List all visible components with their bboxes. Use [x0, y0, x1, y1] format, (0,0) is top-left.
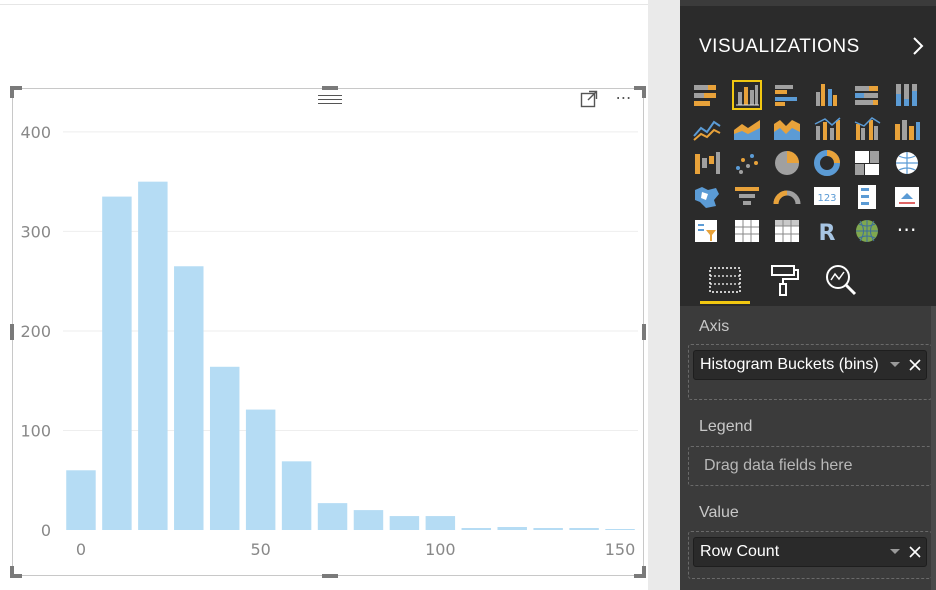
line-and-stacked-column-chart-icon[interactable]: [812, 114, 842, 144]
pie-chart-icon[interactable]: [772, 148, 802, 178]
pane-tabs: [680, 254, 936, 306]
axis-well-label: Axis: [699, 318, 730, 335]
area-chart-icon[interactable]: [732, 114, 762, 144]
y-tick-label: 200: [20, 322, 51, 341]
histogram-bar: [533, 528, 563, 530]
value-well[interactable]: Row Count: [688, 531, 932, 579]
canvas-gutter: [648, 0, 680, 590]
histogram-bar: [353, 510, 384, 530]
filled-map-icon[interactable]: [692, 182, 722, 212]
histogram-bar: [174, 266, 204, 530]
axis-field-name: Histogram Buckets (bins): [700, 356, 878, 373]
value-field-dropdown-icon[interactable]: [890, 549, 900, 554]
r-script-visual-icon[interactable]: R: [812, 216, 842, 246]
visual-gallery: 123 R ⋯: [680, 76, 936, 254]
histogram-bar: [102, 196, 132, 530]
report-canvas: ⋯ 0 100 200 300 400 0 50 100 150: [0, 0, 648, 590]
line-and-clustered-column-chart-icon[interactable]: [852, 114, 882, 144]
y-tick-label: 100: [20, 421, 51, 440]
matrix-icon[interactable]: [772, 216, 802, 246]
scatter-chart-icon[interactable]: [732, 148, 762, 178]
histogram-bar: [245, 409, 276, 530]
donut-chart-icon[interactable]: [812, 148, 842, 178]
legend-well[interactable]: Drag data fields here: [688, 446, 932, 486]
axis-field-dropdown-icon[interactable]: [890, 362, 900, 367]
x-tick-label: 150: [605, 540, 636, 559]
multi-row-card-icon[interactable]: [852, 182, 882, 212]
x-tick-label: 0: [76, 540, 86, 559]
waterfall-chart-icon[interactable]: [692, 148, 722, 178]
value-well-label: Value: [699, 504, 739, 521]
y-tick-label: 0: [41, 521, 51, 540]
axis-field-remove-icon[interactable]: [908, 357, 922, 371]
100-stacked-bar-chart-icon[interactable]: [852, 80, 882, 110]
y-tick-label: 300: [20, 222, 51, 241]
fields-tab-icon[interactable]: [705, 260, 745, 300]
funnel-chart-icon[interactable]: [732, 182, 762, 212]
map-icon[interactable]: [892, 148, 922, 178]
y-tick-label: 400: [20, 123, 51, 142]
histogram-chart: 0 100 200 300 400 0 50 100 150: [20, 123, 638, 559]
histogram-bar: [281, 461, 312, 530]
clustered-column-chart-icon[interactable]: [812, 80, 842, 110]
gauge-icon[interactable]: [772, 182, 802, 212]
histogram-bar: [569, 528, 599, 530]
clustered-bar-chart-icon[interactable]: [772, 80, 802, 110]
legend-well-label: Legend: [699, 418, 753, 435]
treemap-icon[interactable]: [852, 148, 882, 178]
analytics-magnifier-icon[interactable]: [821, 260, 861, 300]
stacked-bar-chart-icon[interactable]: [692, 80, 722, 110]
visualizations-pane: VISUALIZATIONS 123 R ⋯ Axis Histogram Bu…: [680, 0, 936, 590]
slicer-icon[interactable]: [692, 216, 722, 246]
histogram-bar: [209, 366, 240, 530]
axis-well[interactable]: Histogram Buckets (bins): [688, 344, 932, 400]
histogram-bar: [138, 181, 168, 530]
histogram-bar: [461, 528, 492, 530]
format-paint-roller-icon[interactable]: [764, 260, 804, 300]
chevron-right-icon[interactable]: [910, 34, 926, 58]
histogram-bar: [317, 503, 348, 530]
histogram-bar: [66, 470, 96, 530]
histogram-bar: [425, 516, 456, 530]
kpi-icon[interactable]: [892, 182, 922, 212]
histogram-bar: [389, 516, 420, 530]
pane-scrollbar[interactable]: [931, 306, 936, 590]
x-tick-label: 100: [425, 540, 456, 559]
line-chart-icon[interactable]: [692, 114, 722, 144]
value-field-name: Row Count: [700, 543, 780, 560]
ribbon-chart-icon[interactable]: [892, 114, 922, 144]
pane-header: VISUALIZATIONS: [680, 6, 936, 76]
value-field-remove-icon[interactable]: [908, 544, 922, 558]
legend-drop-placeholder: Drag data fields here: [704, 457, 853, 474]
histogram-bar: [497, 527, 527, 530]
value-field-pill[interactable]: Row Count: [693, 537, 927, 567]
card-icon[interactable]: 123: [812, 182, 842, 212]
arcgis-map-icon[interactable]: [852, 216, 882, 246]
100-stacked-column-chart-icon[interactable]: [892, 80, 922, 110]
svg-text:123: 123: [817, 193, 836, 204]
table-icon[interactable]: [732, 216, 762, 246]
pane-title: VISUALIZATIONS: [699, 36, 860, 57]
stacked-column-chart-icon[interactable]: [732, 80, 762, 110]
more-visuals-icon[interactable]: ⋯: [892, 216, 922, 246]
x-tick-label: 50: [250, 540, 270, 559]
histogram-bar: [605, 529, 635, 530]
axis-field-pill[interactable]: Histogram Buckets (bins): [693, 350, 927, 380]
svg-text:R: R: [819, 221, 836, 246]
stacked-area-chart-icon[interactable]: [772, 114, 802, 144]
active-tab-indicator: [700, 301, 750, 304]
